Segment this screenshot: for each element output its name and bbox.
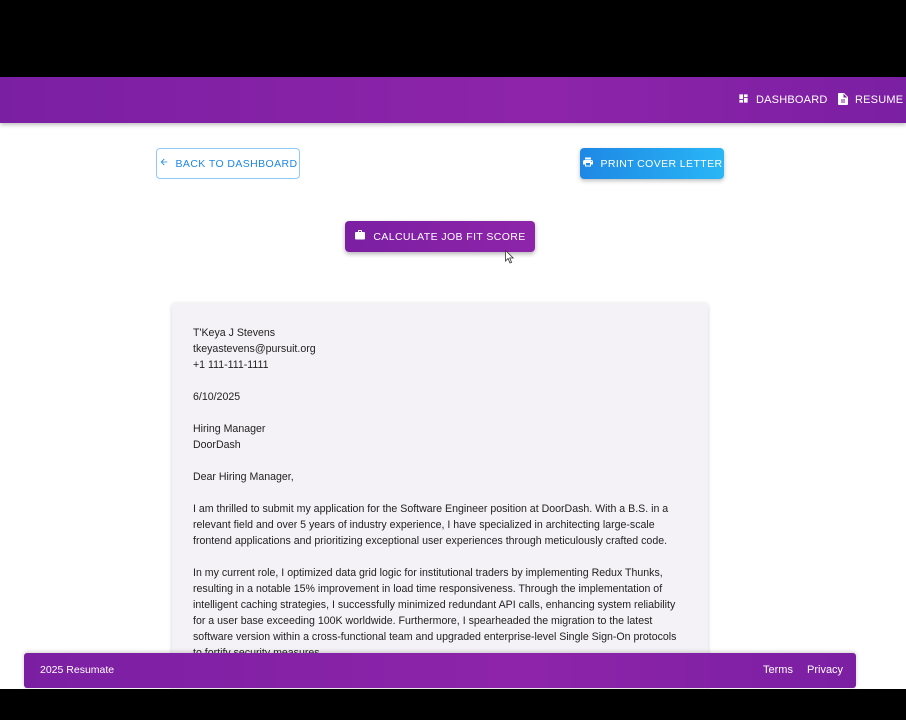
mouse-pointer-icon	[505, 249, 515, 269]
printer-icon	[582, 156, 601, 171]
letter-date: 6/10/2025	[193, 391, 241, 403]
back-to-dashboard-label: BACK TO DASHBOARD	[175, 157, 298, 170]
app-viewport: DASHBOARD RESUME B BACK TO DASHBOARD PRI…	[0, 77, 906, 689]
sender-name: T'Keya J Stevens	[193, 327, 276, 339]
nav-dashboard-label: DASHBOARD	[756, 94, 828, 106]
briefcase-icon	[354, 229, 373, 244]
app-footer: 2025 Resumate Terms Privacy	[24, 653, 856, 688]
salutation: Dear Hiring Manager,	[193, 471, 294, 483]
nav-resume-label: RESUME B	[855, 94, 906, 106]
nav-resume-builder-link[interactable]: RESUME B	[838, 77, 906, 123]
arrow-left-icon	[159, 157, 176, 170]
sender-phone: +1 111-111-1111	[193, 359, 269, 371]
calculate-job-fit-score-label: CALCULATE JOB FIT SCORE	[373, 230, 526, 243]
footer-copyright: 2025 Resumate	[40, 664, 115, 676]
calculate-job-fit-score-button[interactable]: CALCULATE JOB FIT SCORE	[345, 221, 535, 252]
print-cover-letter-label: PRINT COVER LETTER	[600, 157, 723, 170]
dashboard-icon	[738, 93, 756, 107]
app-header: DASHBOARD RESUME B	[0, 77, 906, 123]
footer-privacy-link[interactable]: Privacy	[807, 653, 843, 688]
footer-terms-link[interactable]: Terms	[763, 653, 793, 688]
cover-letter-preview: T'Keya J Stevens tkeyastevens@pursuit.or…	[172, 303, 708, 689]
recipient-title: Hiring Manager	[193, 423, 266, 435]
recipient-company: DoorDash	[193, 439, 241, 451]
letter-paragraph: In my current role, I optimized data gri…	[193, 567, 677, 659]
letter-paragraph: I am thrilled to submit my application f…	[193, 503, 669, 547]
print-cover-letter-button[interactable]: PRINT COVER LETTER	[580, 148, 724, 179]
back-to-dashboard-button[interactable]: BACK TO DASHBOARD	[156, 148, 300, 179]
nav-dashboard-link[interactable]: DASHBOARD	[738, 77, 827, 123]
document-icon	[838, 92, 855, 108]
sender-email: tkeyastevens@pursuit.org	[193, 343, 316, 355]
